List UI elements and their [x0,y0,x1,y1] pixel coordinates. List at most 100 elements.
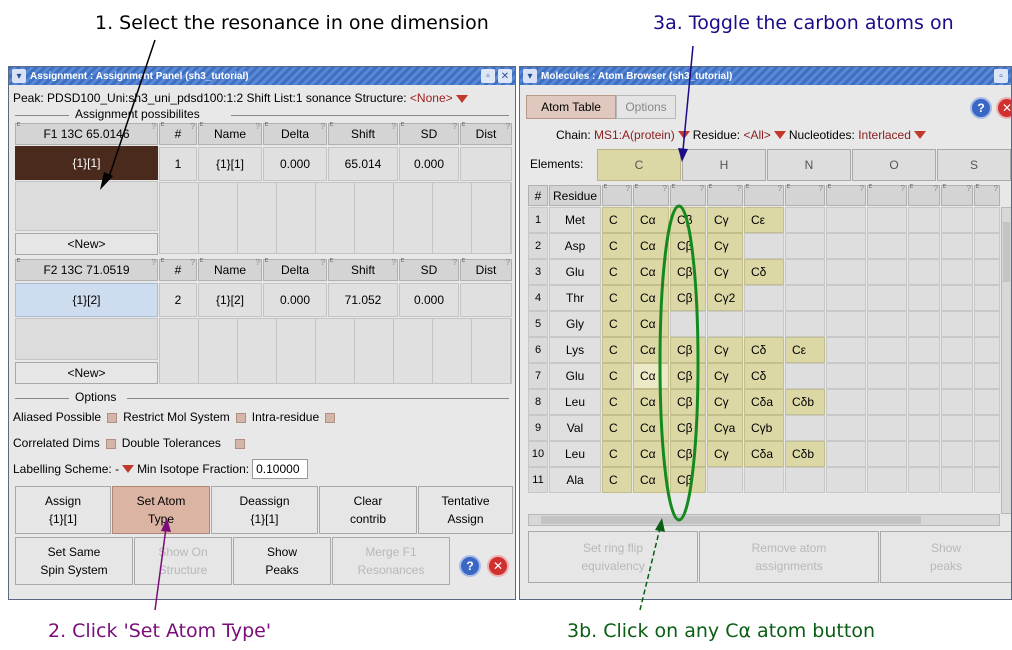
col-header-atom[interactable]: ᴱ? [908,183,940,206]
col-header-atom[interactable]: ᴱ? [633,183,669,206]
maximize-icon[interactable]: ▫ [481,69,495,83]
dim1-col-header[interactable]: ᴱ Delta? [263,121,327,145]
atom-button[interactable]: Cγ [707,363,743,389]
atom-button[interactable]: Cβ [670,285,706,311]
show-on-structure-button[interactable]: Show On Structure [134,537,232,585]
atom-button[interactable]: C [602,363,632,389]
labelling-dropdown-icon[interactable] [122,465,135,473]
vertical-scrollbar[interactable] [1001,207,1011,514]
atom-button[interactable]: Cγ [707,207,743,233]
clear-contrib-button[interactable]: Clear contrib [319,486,417,534]
atom-button[interactable]: C [602,285,632,311]
element-toggle-c[interactable]: C [597,149,681,181]
col-header-atom[interactable]: ᴱ? [785,183,825,206]
window-menu-icon[interactable]: ▾ [12,69,26,83]
dim1-col-header[interactable]: ᴱ Name? [198,121,262,145]
atom-button[interactable]: C [602,415,632,441]
atom-button[interactable]: Cγ [707,337,743,363]
calpha-atom-button[interactable]: Cα [633,259,669,285]
atom-button[interactable]: C [602,337,632,363]
close-panel-icon[interactable]: ✕ [996,97,1011,119]
col-header-residue[interactable]: Residue [549,185,601,206]
tab-atom-table[interactable]: Atom Table [526,95,616,119]
col-header-atom[interactable]: ᴱ? [826,183,866,206]
assign-button[interactable]: Assign {1}[1] [15,486,111,534]
calpha-atom-button[interactable]: Cα [633,363,669,389]
dim2-row-name[interactable]: {1}[2] [198,283,262,317]
set-same-spin-system-button[interactable]: Set Same Spin System [15,537,133,585]
calpha-atom-button[interactable]: Cα [633,233,669,259]
calpha-atom-button[interactable]: Cα [633,415,669,441]
atom-button[interactable]: Cε [785,337,825,363]
set-atom-type-button[interactable]: Set Atom Type [112,486,210,534]
atom-button[interactable]: Cβ [670,415,706,441]
atom-button[interactable]: Cδb [785,441,825,467]
atom-button[interactable]: Cδb [785,389,825,415]
help-icon[interactable]: ? [970,97,992,119]
dim2-resonance[interactable]: {1}[2] [15,283,158,317]
nucleotides-value[interactable]: Interlaced [858,128,911,142]
col-header-atom[interactable]: ᴱ? [670,183,706,206]
dim1-col-header[interactable]: ᴱ SD? [399,121,459,145]
residue-dropdown-icon[interactable] [773,131,786,139]
dim1-col-header[interactable]: ᴱ Dist? [460,121,512,145]
atom-button[interactable]: C [602,233,632,259]
chain-dropdown-icon[interactable] [677,131,690,139]
intra-checkbox[interactable] [325,412,336,423]
calpha-atom-button[interactable]: Cα [633,441,669,467]
atom-button[interactable]: Cε [744,207,784,233]
dim2-col-header[interactable]: ᴱ Delta? [263,257,327,281]
atom-button[interactable]: Cγa [707,415,743,441]
dim2-col-header[interactable]: ᴱ #? [159,257,197,281]
remove-atom-assignments-button[interactable]: Remove atom assignments [699,531,879,583]
atom-button[interactable]: C [602,259,632,285]
browser-title-bar[interactable]: ▾ Molecules : Atom Browser (sh3_tutorial… [520,67,1011,85]
close-icon[interactable]: ✕ [498,69,512,83]
dim2-row-delta[interactable]: 0.000 [263,283,327,317]
dim1-new-button[interactable]: <New> [15,233,158,255]
dim1-row-sd[interactable]: 0.000 [399,147,459,181]
double-checkbox[interactable] [234,438,245,449]
window-menu-icon[interactable]: ▾ [523,69,537,83]
atom-button[interactable]: Cβ [670,259,706,285]
element-toggle-h[interactable]: H [682,149,766,181]
vertical-scroll-thumb[interactable] [1003,222,1010,282]
chain-value[interactable]: MS1:A(protein) [594,128,675,142]
merge-resonances-button[interactable]: Merge F1 Resonances [332,537,450,585]
structure-dropdown-icon[interactable] [455,94,468,103]
dim2-col-header[interactable]: ᴱ Shift? [328,257,398,281]
dim2-new-button[interactable]: <New> [15,362,158,384]
element-toggle-s[interactable]: S [937,149,1011,181]
calpha-atom-button[interactable]: Cα [633,467,669,493]
structure-value[interactable]: <None> [410,91,453,105]
col-header-atom[interactable]: ᴱ? [941,183,973,206]
element-toggle-o[interactable]: O [852,149,936,181]
dim2-row-num[interactable]: 2 [159,283,197,317]
horizontal-scrollbar[interactable] [528,514,1000,526]
atom-button[interactable]: Cβ [670,363,706,389]
show-peaks-button[interactable]: Show peaks [880,531,1011,583]
atom-button[interactable]: Cγ [707,389,743,415]
dim2-col-header[interactable]: ᴱ SD? [399,257,459,281]
atom-button[interactable]: Cβ [670,441,706,467]
dim1-col-header[interactable]: ᴱ #? [159,121,197,145]
atom-button[interactable]: C [602,467,632,493]
dim1-row-name[interactable]: {1}[1] [198,147,262,181]
atom-button[interactable]: Cγ2 [707,285,743,311]
element-toggle-n[interactable]: N [767,149,851,181]
col-header-atom[interactable]: ᴱ? [974,183,1000,206]
deassign-button[interactable]: Deassign {1}[1] [211,486,318,534]
dim1-row-dist[interactable] [460,147,512,181]
dim1-col-header[interactable]: ᴱ Shift? [328,121,398,145]
restrict-checkbox[interactable] [235,412,246,423]
atom-button[interactable]: Cδa [744,441,784,467]
atom-button[interactable]: Cβ [670,467,706,493]
dim2-row-dist[interactable] [460,283,512,317]
close-panel-icon[interactable]: ✕ [487,555,509,577]
dim1-row-delta[interactable]: 0.000 [263,147,327,181]
atom-button[interactable]: Cβ [670,337,706,363]
atom-button[interactable]: C [602,311,632,337]
correlated-checkbox[interactable] [105,438,116,449]
atom-button[interactable]: Cβ [670,207,706,233]
set-ring-flip-button[interactable]: Set ring flip equivalency [528,531,698,583]
